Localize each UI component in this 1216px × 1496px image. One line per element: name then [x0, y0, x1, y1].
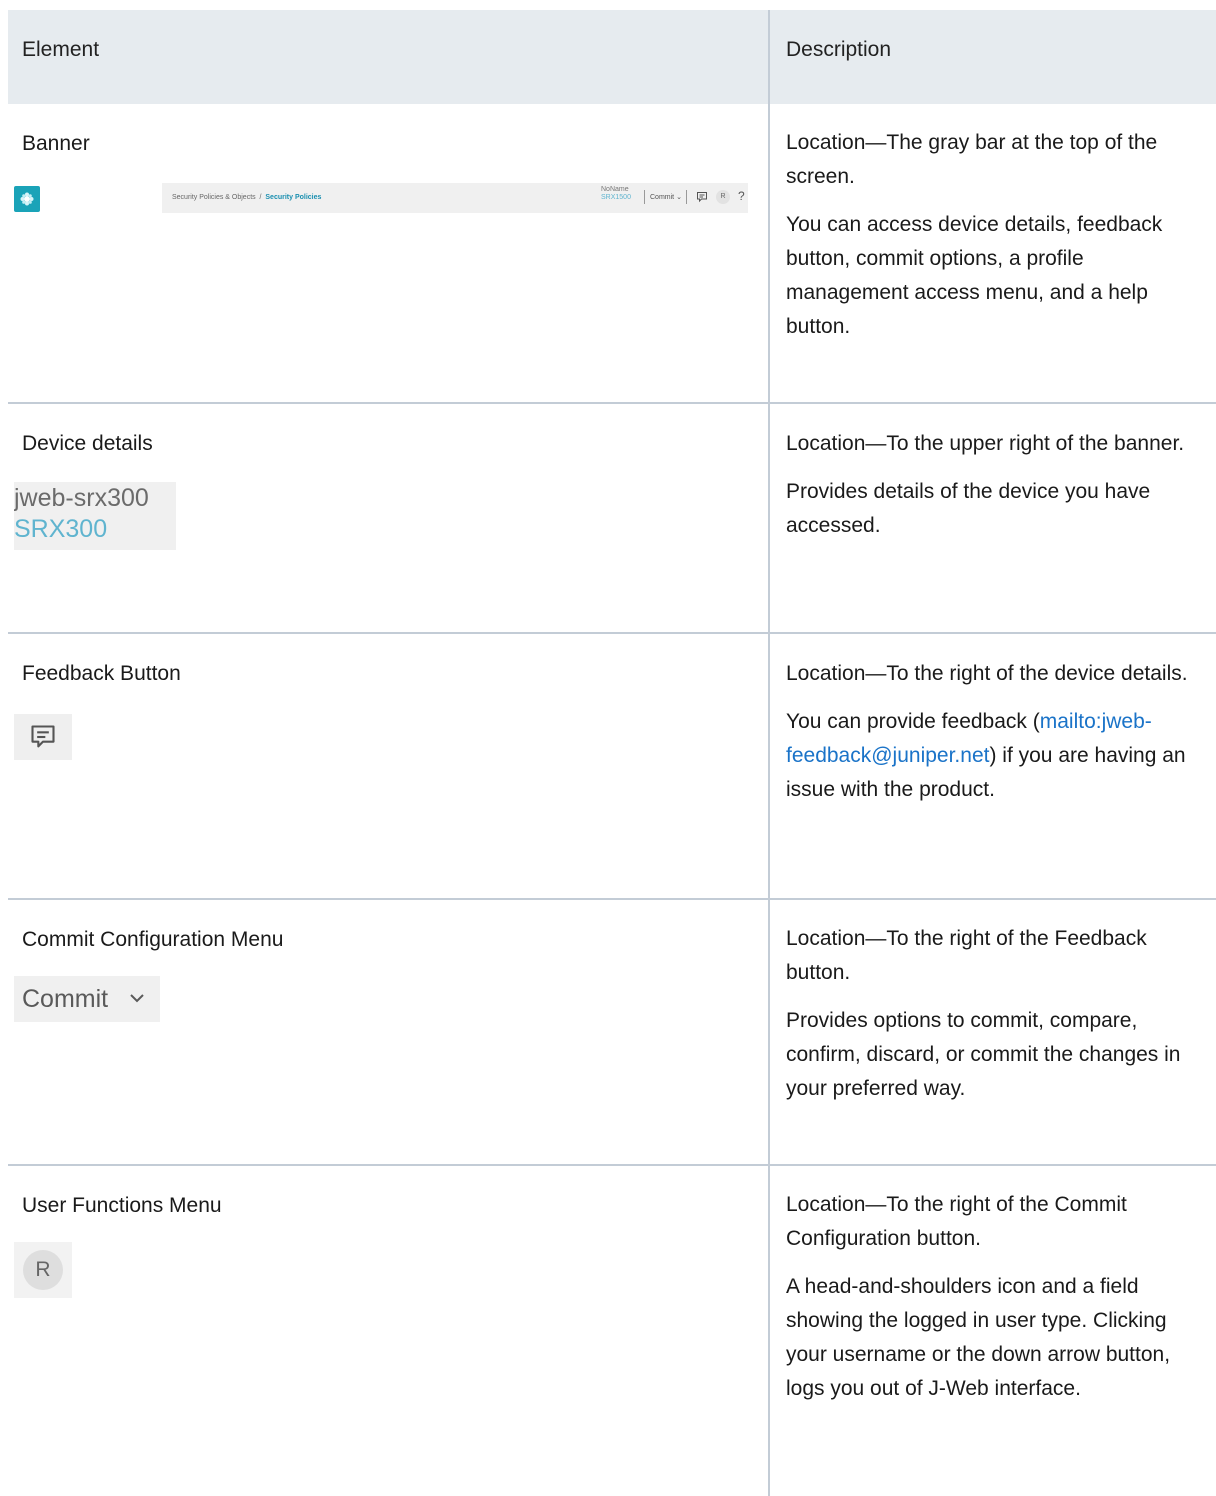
flower-icon — [20, 192, 34, 206]
avatar: R — [716, 190, 730, 204]
row-feedback-title: Feedback Button — [22, 662, 181, 685]
device-model: SRX300 — [14, 515, 108, 543]
row-banner-title: Banner — [22, 132, 90, 155]
banner-screenshot: Security Policies & Objects / Security P… — [162, 183, 748, 213]
row-divider — [8, 898, 1216, 900]
feedback-icon — [31, 725, 55, 748]
row-feedback-description: Location—To the right of the device deta… — [786, 662, 1188, 801]
user-menu-screenshot: R — [14, 1242, 72, 1298]
help-icon: ? — [738, 189, 745, 203]
feedback-button-screenshot — [14, 714, 72, 760]
chevron-down-icon — [130, 994, 144, 1003]
commit-label: Commit — [22, 985, 109, 1013]
row-divider — [8, 632, 1216, 634]
separator — [686, 190, 687, 204]
breadcrumb: Security Policies & Objects / Security P… — [172, 194, 322, 201]
device-name: jweb-srx300 — [14, 484, 149, 512]
row-device-details-description: Location—To the upper right of the banne… — [786, 432, 1185, 537]
device-details-screenshot: jweb-srx300 SRX300 — [14, 482, 176, 550]
commit-menu-screenshot: Commit — [14, 976, 160, 1022]
row-user-description: Location—To the right of the Commit Conf… — [786, 1193, 1171, 1400]
table-header: Element Description — [8, 10, 1216, 104]
avatar: R — [23, 1250, 63, 1290]
row-commit-title: Commit Configuration Menu — [22, 928, 284, 951]
banner-device-details: NoName SRX1500 — [601, 186, 631, 201]
juniper-logo-icon — [14, 186, 40, 212]
header-description: Description — [786, 38, 892, 61]
row-device-details-title: Device details — [22, 432, 153, 455]
separator — [644, 190, 645, 204]
row-commit-description: Location—To the right of the Feedback bu… — [786, 927, 1181, 1100]
header-element: Element — [22, 38, 100, 61]
row-divider — [8, 1164, 1216, 1166]
row-user-title: User Functions Menu — [22, 1194, 222, 1217]
ui-elements-table: Element Description Banner Location—The … — [8, 10, 1216, 1496]
row-banner-description: Location—The gray bar at the top of the … — [786, 131, 1163, 338]
column-divider — [768, 10, 770, 1496]
row-divider — [8, 402, 1216, 404]
banner-commit-menu: Commit ⌄ — [650, 194, 682, 201]
feedback-icon — [697, 192, 707, 203]
